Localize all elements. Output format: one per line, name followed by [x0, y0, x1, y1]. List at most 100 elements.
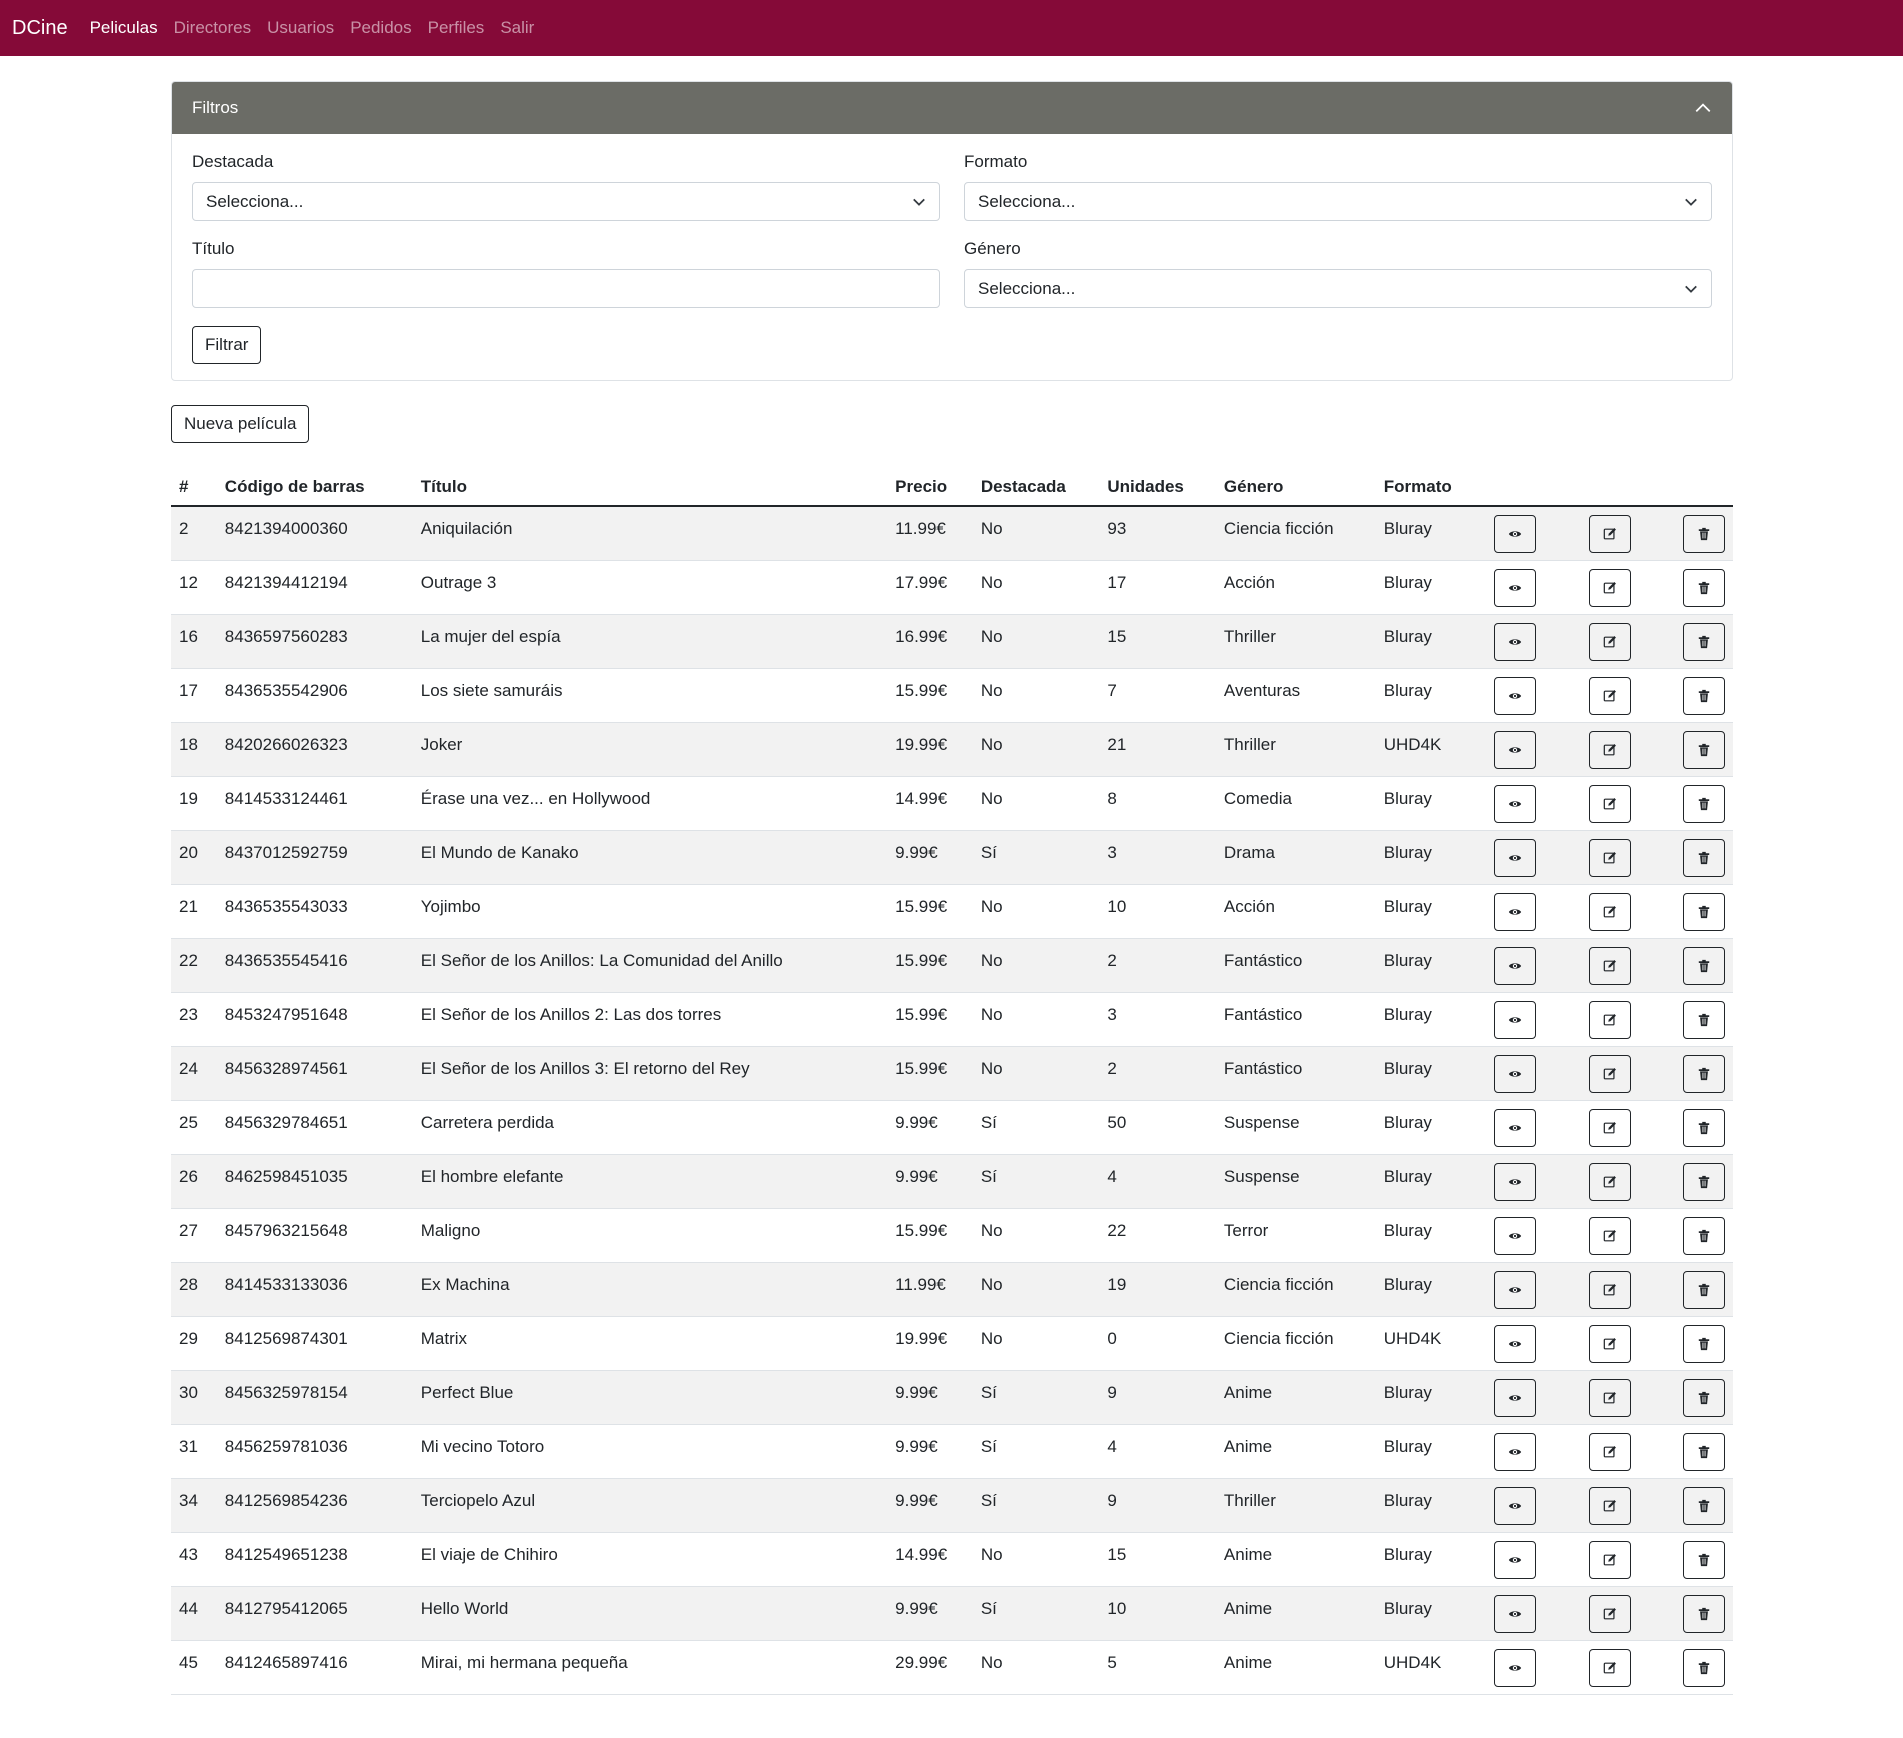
edit-button[interactable] — [1588, 1378, 1631, 1417]
view-button[interactable] — [1494, 1648, 1537, 1687]
cell-price: 9.99€ — [887, 1586, 973, 1641]
view-button[interactable] — [1494, 1594, 1537, 1633]
genero-select[interactable]: Selecciona... — [964, 269, 1712, 308]
edit-button[interactable] — [1588, 1108, 1631, 1147]
nav-salir[interactable]: Salir — [500, 18, 534, 38]
delete-button[interactable] — [1683, 892, 1725, 931]
view-button[interactable] — [1494, 1162, 1537, 1201]
cell-units: 5 — [1099, 1640, 1216, 1695]
delete-button[interactable] — [1683, 1216, 1725, 1255]
view-button[interactable] — [1494, 1000, 1537, 1039]
delete-button[interactable] — [1683, 784, 1725, 823]
view-button[interactable] — [1494, 784, 1537, 823]
view-button[interactable] — [1494, 892, 1537, 931]
edit-button[interactable] — [1588, 1000, 1631, 1039]
delete-button[interactable] — [1683, 568, 1725, 607]
action-cell — [1675, 1208, 1733, 1263]
chevron-up-icon[interactable] — [1694, 99, 1712, 117]
cell-title: Carretera perdida — [412, 1100, 888, 1155]
edit-button[interactable] — [1588, 1270, 1631, 1309]
table-row: 18 8420266026323 Joker 19.99€ No 21 Thriller UH… — [171, 722, 1733, 777]
trash-icon — [1697, 635, 1711, 649]
edit-button[interactable] — [1588, 1594, 1631, 1633]
cell-units: 19 — [1099, 1262, 1216, 1317]
view-button[interactable] — [1494, 1216, 1537, 1255]
delete-button[interactable] — [1683, 1378, 1725, 1417]
edit-button[interactable] — [1588, 676, 1631, 715]
delete-button[interactable] — [1683, 1108, 1725, 1147]
delete-button[interactable] — [1683, 1648, 1725, 1687]
view-button[interactable] — [1494, 730, 1537, 769]
view-button[interactable] — [1494, 676, 1537, 715]
edit-button[interactable] — [1588, 622, 1631, 661]
destacada-select[interactable]: Selecciona... — [192, 182, 940, 221]
cell-price: 14.99€ — [887, 776, 973, 831]
edit-button[interactable] — [1588, 892, 1631, 931]
filters-header[interactable]: Filtros — [172, 82, 1732, 134]
formato-select[interactable]: Selecciona... — [964, 182, 1712, 221]
delete-button[interactable] — [1683, 515, 1725, 553]
delete-button[interactable] — [1683, 1594, 1725, 1633]
cell-id: 34 — [171, 1478, 217, 1533]
view-button[interactable] — [1494, 1486, 1537, 1525]
titulo-input[interactable] — [192, 269, 940, 308]
delete-button[interactable] — [1683, 838, 1725, 877]
view-button[interactable] — [1494, 1540, 1537, 1579]
edit-button[interactable] — [1588, 1054, 1631, 1093]
edit-button[interactable] — [1588, 515, 1631, 553]
view-button[interactable] — [1494, 1054, 1537, 1093]
brand-logo[interactable]: DCine — [12, 17, 68, 40]
nav-peliculas[interactable]: Peliculas — [90, 18, 158, 38]
view-button[interactable] — [1494, 946, 1537, 985]
view-button[interactable] — [1494, 1324, 1537, 1363]
delete-button[interactable] — [1683, 730, 1725, 769]
filter-button[interactable]: Filtrar — [192, 326, 262, 364]
edit-button[interactable] — [1588, 1162, 1631, 1201]
edit-icon — [1603, 959, 1617, 973]
cell-genre: Anime — [1215, 1586, 1376, 1641]
delete-button[interactable] — [1683, 622, 1725, 661]
edit-button[interactable] — [1588, 1216, 1631, 1255]
view-button[interactable] — [1494, 622, 1537, 661]
chevron-down-icon — [1685, 285, 1697, 293]
view-button[interactable] — [1494, 1432, 1537, 1471]
nav-pedidos[interactable]: Pedidos — [350, 18, 411, 38]
delete-button[interactable] — [1683, 1486, 1725, 1525]
delete-button[interactable] — [1683, 676, 1725, 715]
view-button[interactable] — [1494, 1108, 1537, 1147]
edit-button[interactable] — [1588, 1324, 1631, 1363]
delete-button[interactable] — [1683, 946, 1725, 985]
edit-button[interactable] — [1588, 1648, 1631, 1687]
col-format: Formato — [1375, 467, 1487, 507]
edit-button[interactable] — [1588, 838, 1631, 877]
nav-directores[interactable]: Directores — [174, 18, 251, 38]
edit-button[interactable] — [1588, 568, 1631, 607]
nav-usuarios[interactable]: Usuarios — [267, 18, 334, 38]
delete-button[interactable] — [1683, 1054, 1725, 1093]
delete-button[interactable] — [1683, 1540, 1725, 1579]
edit-button[interactable] — [1588, 784, 1631, 823]
view-button[interactable] — [1494, 568, 1537, 607]
edit-icon — [1603, 905, 1617, 919]
view-button[interactable] — [1494, 515, 1537, 553]
cell-featured: No — [972, 1532, 1100, 1587]
cell-price: 9.99€ — [887, 1478, 973, 1533]
cell-barcode: 8412549651238 — [216, 1532, 413, 1587]
new-movie-button[interactable]: Nueva película — [171, 405, 310, 443]
delete-button[interactable] — [1683, 1324, 1725, 1363]
delete-button[interactable] — [1683, 1162, 1725, 1201]
cell-genre: Terror — [1215, 1208, 1376, 1263]
edit-button[interactable] — [1588, 730, 1631, 769]
nav-perfiles[interactable]: Perfiles — [428, 18, 485, 38]
edit-button[interactable] — [1588, 1432, 1631, 1471]
delete-button[interactable] — [1683, 1000, 1725, 1039]
edit-button[interactable] — [1588, 946, 1631, 985]
view-button[interactable] — [1494, 838, 1537, 877]
view-button[interactable] — [1494, 1270, 1537, 1309]
edit-button[interactable] — [1588, 1486, 1631, 1525]
delete-button[interactable] — [1683, 1270, 1725, 1309]
edit-button[interactable] — [1588, 1540, 1631, 1579]
delete-button[interactable] — [1683, 1432, 1725, 1471]
view-button[interactable] — [1494, 1378, 1537, 1417]
action-cell — [1486, 1046, 1581, 1101]
